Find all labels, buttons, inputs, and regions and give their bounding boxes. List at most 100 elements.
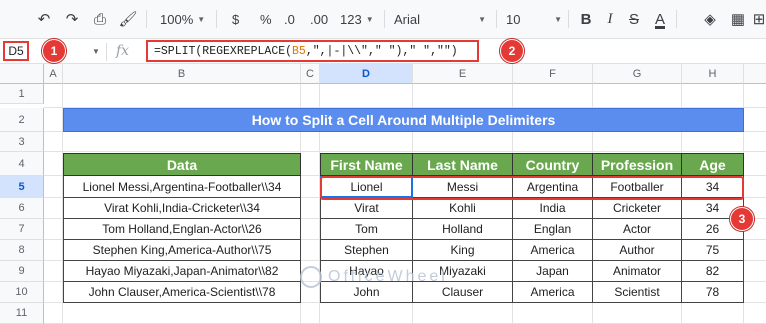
print-icon[interactable]: ⎙ <box>90 9 110 29</box>
result-cell-f8[interactable]: America <box>513 240 593 261</box>
result-cell-g5[interactable]: Footballer <box>593 176 682 198</box>
name-box[interactable]: D5 <box>3 41 29 61</box>
row-header-8[interactable]: 8 <box>0 240 44 261</box>
formula-suffix: ,",|-|\\"," ")," ","") <box>305 44 458 58</box>
step-badge-3: 3 <box>730 207 754 231</box>
data-header[interactable]: Data <box>63 153 301 176</box>
toolbar-divider <box>146 10 147 28</box>
result-cell-h9[interactable]: 82 <box>682 261 744 282</box>
toolbar-divider <box>216 10 217 28</box>
paint-format-icon[interactable]: 🖌 <box>118 9 138 29</box>
watermark-logo: OfficeWheel <box>300 266 448 288</box>
toolbar-divider <box>676 10 677 28</box>
result-cell-g6[interactable]: Cricketer <box>593 198 682 219</box>
data-cell-b5[interactable]: Lionel Messi,Argentina-Footballer\\34 <box>63 176 301 198</box>
undo-icon[interactable]: ↶ <box>34 9 54 29</box>
result-cell-f5[interactable]: Argentina <box>513 176 593 198</box>
row-header-9[interactable]: 9 <box>0 261 44 282</box>
formula-cell-reference: B5 <box>292 44 306 58</box>
row-header-2[interactable]: 2 <box>0 108 44 132</box>
bold-button[interactable]: B <box>576 9 596 29</box>
column-header-e[interactable]: E <box>413 64 513 84</box>
data-cell-b7[interactable]: Tom Holland,Englan-Actor\\26 <box>63 219 301 240</box>
data-cell-b6[interactable]: Virat Kohli,India-Cricketer\\34 <box>63 198 301 219</box>
result-cell-e7[interactable]: Holland <box>413 219 513 240</box>
row-header-3[interactable]: 3 <box>0 132 44 152</box>
number-format-select[interactable]: 123 ▼ <box>340 9 374 29</box>
font-size-select[interactable]: 10 ▼ <box>506 9 562 29</box>
column-header-b[interactable]: B <box>63 64 301 84</box>
result-cell-e6[interactable]: Kohli <box>413 198 513 219</box>
result-cell-g7[interactable]: Actor <box>593 219 682 240</box>
toolbar: ↶ ↷ ⎙ 🖌 100% ▼ $ % .0 .00 123 ▼ Arial ▼ 10 ▼… <box>0 0 766 38</box>
result-cell-f9[interactable]: Japan <box>513 261 593 282</box>
zoom-value: 100% <box>160 11 194 27</box>
row-header-4[interactable]: 4 <box>0 152 44 176</box>
italic-button[interactable]: I <box>600 9 620 29</box>
row-header-11[interactable]: 11 <box>0 303 44 324</box>
toolbar-divider <box>384 10 385 28</box>
column-header-h[interactable]: H <box>682 64 744 84</box>
chevron-down-icon: ▼ <box>365 14 374 24</box>
data-cell-b9[interactable]: Hayao Miyazaki,Japan-Animator\\82 <box>63 261 301 282</box>
row-header-5[interactable]: 5 <box>0 176 44 198</box>
data-cell-b10[interactable]: John Clauser,America-Scientist\\78 <box>63 282 301 303</box>
result-cell-g9[interactable]: Animator <box>593 261 682 282</box>
merge-cells-icon[interactable]: ⊞ <box>752 9 766 29</box>
header-age[interactable]: Age <box>682 153 744 176</box>
result-cell-h8[interactable]: 75 <box>682 240 744 261</box>
header-last-name[interactable]: Last Name <box>413 153 513 176</box>
step-badge-1: 1 <box>42 39 66 63</box>
toolbar-divider <box>568 10 569 28</box>
column-header-d[interactable]: D <box>320 64 413 84</box>
header-country[interactable]: Country <box>513 153 593 176</box>
result-cell-e5[interactable]: Messi <box>413 176 513 198</box>
result-cell-d5[interactable]: Lionel <box>320 176 413 198</box>
column-header-c[interactable]: C <box>301 64 320 84</box>
number-format-label: 123 <box>340 11 362 27</box>
result-cell-f7[interactable]: Englan <box>513 219 593 240</box>
data-cell-b8[interactable]: Stephen King,America-Author\\75 <box>63 240 301 261</box>
result-cell-h10[interactable]: 78 <box>682 282 744 303</box>
zoom-select[interactable]: 100% ▼ <box>160 9 205 29</box>
formula-divider <box>106 43 107 61</box>
step-badge-2: 2 <box>500 39 524 63</box>
percent-format-button[interactable]: % <box>260 9 272 29</box>
row-header-6[interactable]: 6 <box>0 198 44 219</box>
row-header-10[interactable]: 10 <box>0 282 44 303</box>
result-cell-h5[interactable]: 34 <box>682 176 744 198</box>
column-header-g[interactable]: G <box>593 64 682 84</box>
strikethrough-icon[interactable]: S <box>624 9 644 29</box>
column-header-next[interactable] <box>744 64 766 84</box>
font-select[interactable]: Arial ▼ <box>394 9 486 29</box>
watermark-text: OfficeWheel <box>328 268 448 285</box>
result-cell-d7[interactable]: Tom <box>320 219 413 240</box>
formula-input[interactable]: =SPLIT(REGEXREPLACE(B5 ,",|-|\\"," ")," "… <box>146 40 479 62</box>
header-profession[interactable]: Profession <box>593 153 682 176</box>
result-cell-g8[interactable]: Author <box>593 240 682 261</box>
result-cell-f6[interactable]: India <box>513 198 593 219</box>
text-color-button[interactable]: A <box>650 9 670 29</box>
result-cell-e8[interactable]: King <box>413 240 513 261</box>
row-header-1[interactable]: 1 <box>0 84 44 104</box>
result-cell-d8[interactable]: Stephen <box>320 240 413 261</box>
chevron-down-icon: ▼ <box>197 14 206 24</box>
column-header-f[interactable]: F <box>513 64 593 84</box>
header-first-name[interactable]: First Name <box>320 153 413 176</box>
formula-bar: D5 ▼ fx =SPLIT(REGEXREPLACE(B5 ,",|-|\\",… <box>0 38 766 64</box>
fill-color-icon[interactable]: ◈ <box>700 9 720 29</box>
result-cell-d6[interactable]: Virat <box>320 198 413 219</box>
grid-line <box>44 151 766 152</box>
toolbar-divider <box>496 10 497 28</box>
decrease-decimal-button[interactable]: .0 <box>284 9 295 29</box>
column-header-a[interactable]: A <box>44 64 63 84</box>
increase-decimal-button[interactable]: .00 <box>310 9 328 29</box>
redo-icon[interactable]: ↷ <box>62 9 82 29</box>
borders-icon[interactable]: ▦ <box>728 9 748 29</box>
result-cell-f10[interactable]: America <box>513 282 593 303</box>
chevron-down-icon[interactable]: ▼ <box>92 47 100 56</box>
result-cell-g10[interactable]: Scientist <box>593 282 682 303</box>
currency-format-button[interactable]: $ <box>232 9 239 29</box>
select-all-corner[interactable] <box>0 64 44 84</box>
row-header-7[interactable]: 7 <box>0 219 44 240</box>
